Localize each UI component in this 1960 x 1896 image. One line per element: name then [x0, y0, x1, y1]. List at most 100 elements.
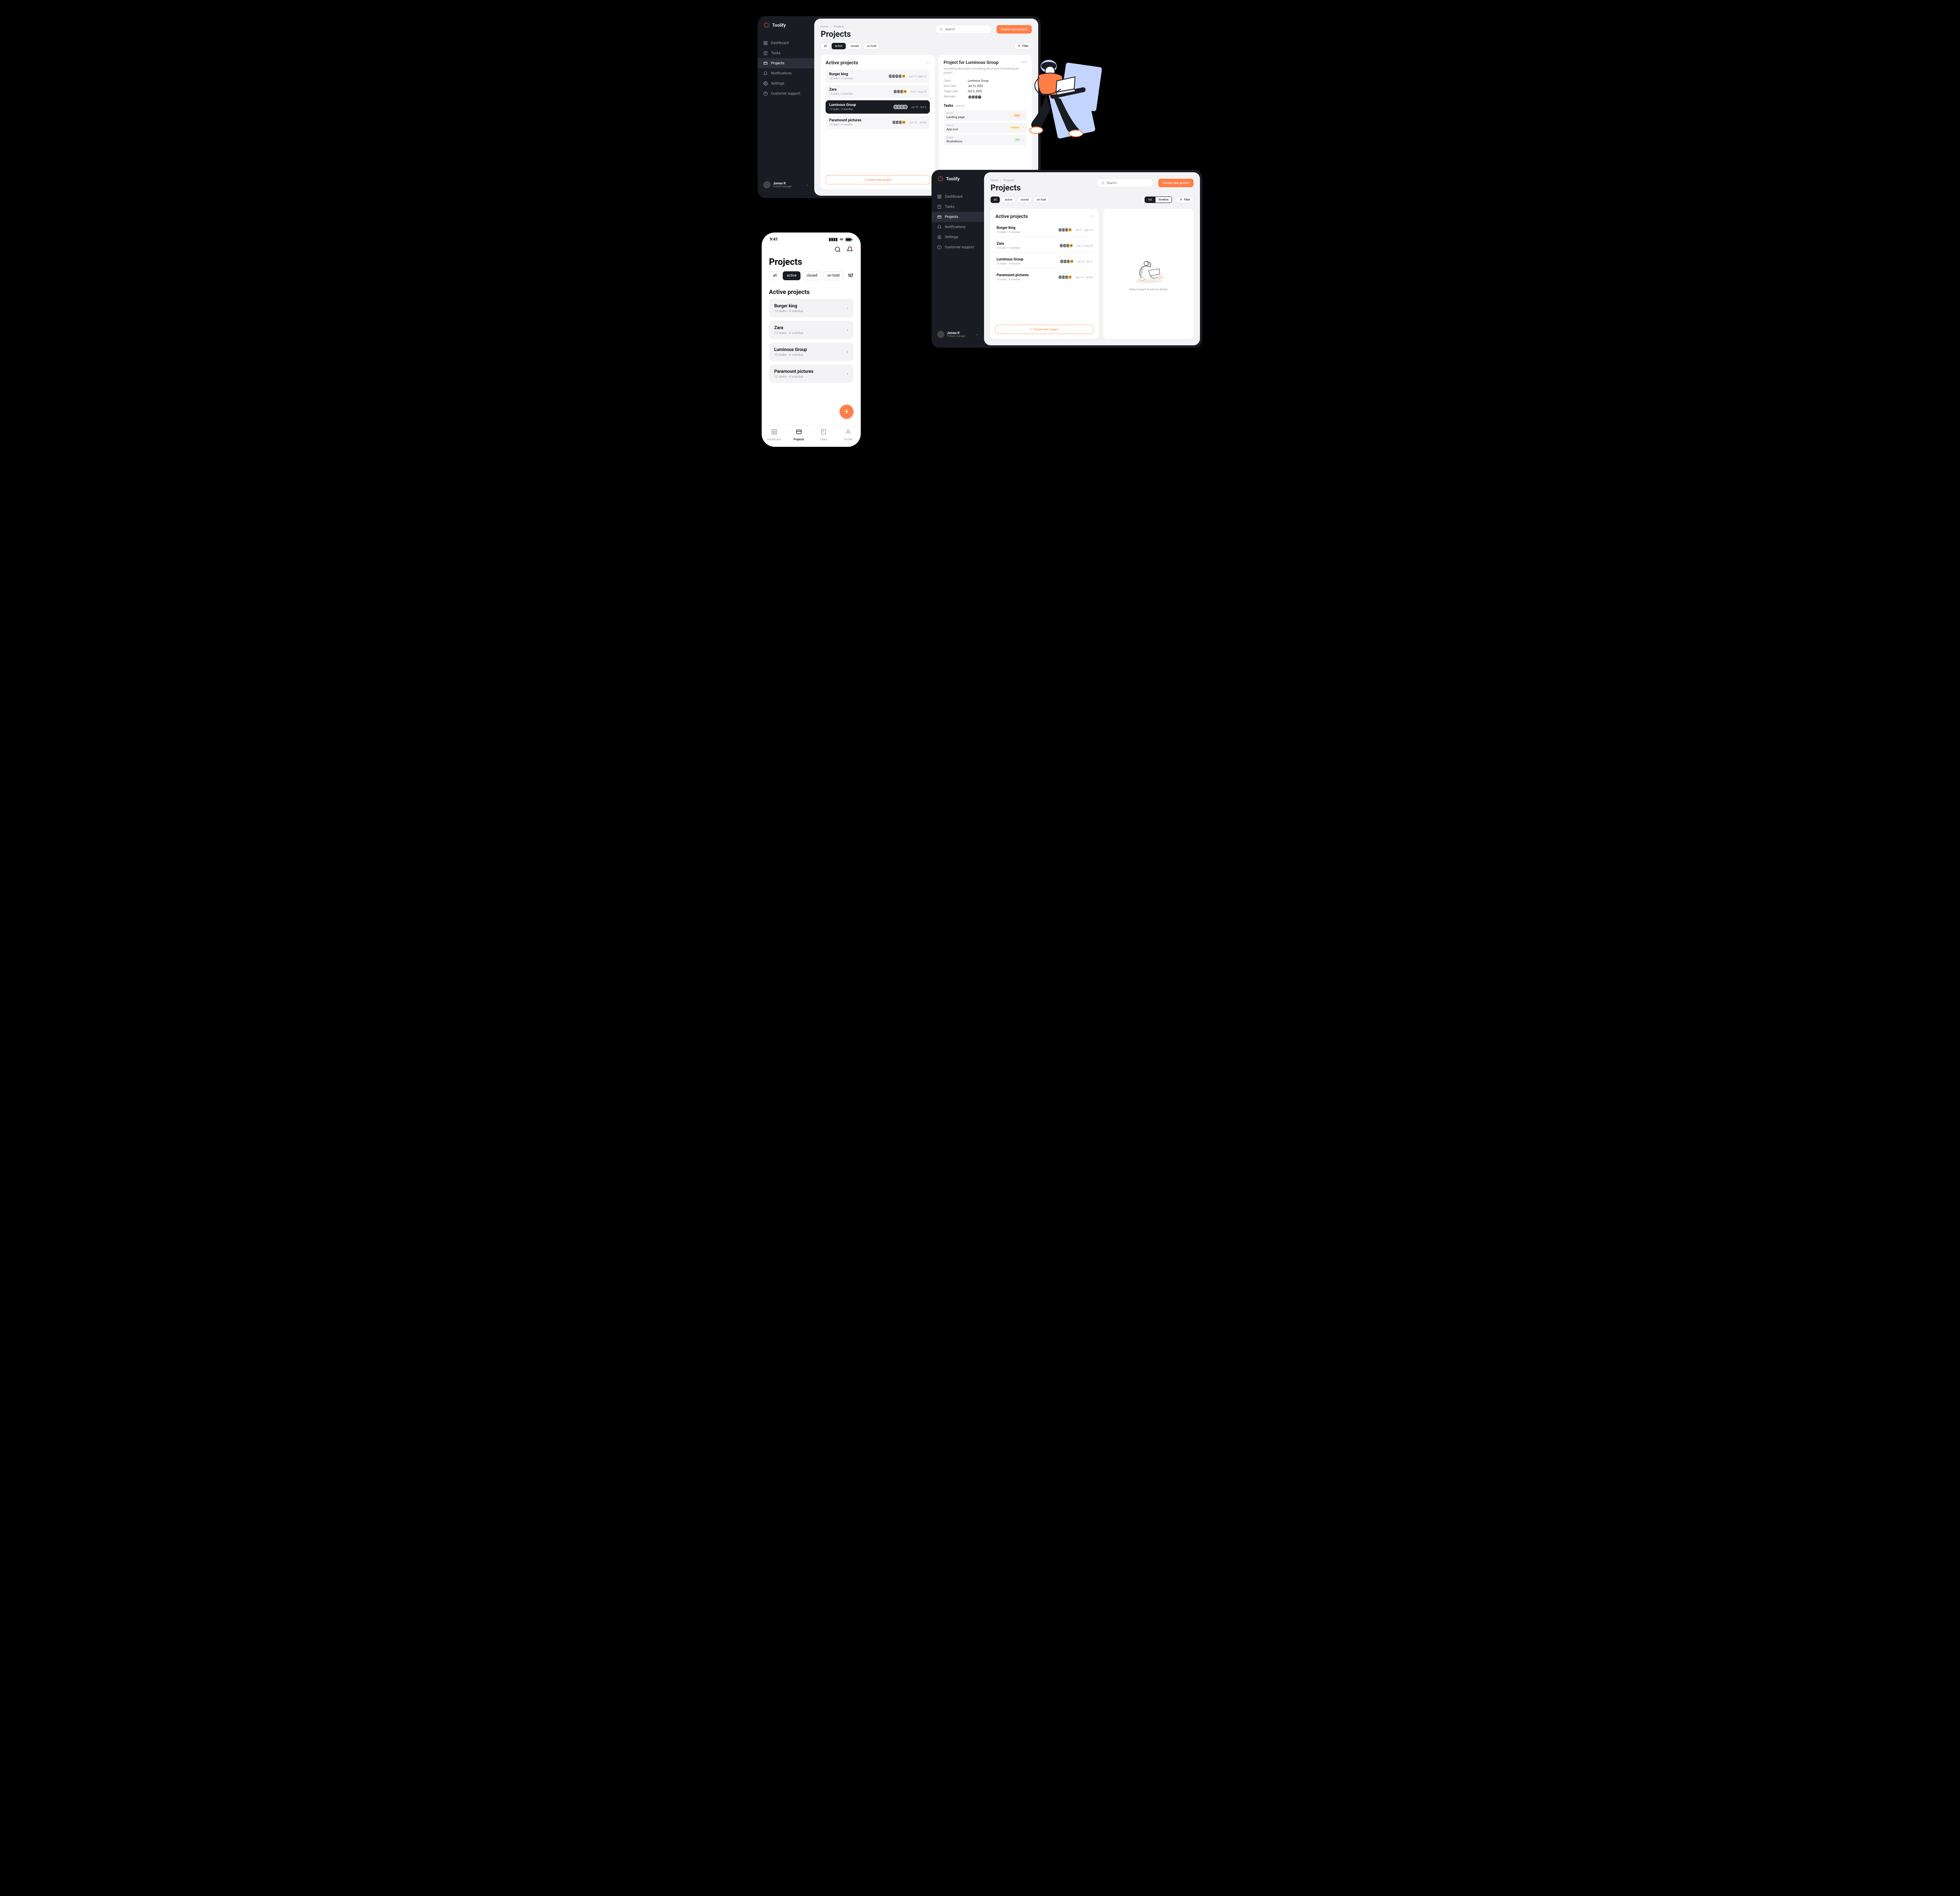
project-row[interactable]: Paramount pictures13 tasks • 4 overdue +… [826, 116, 930, 129]
search-input[interactable] [1107, 181, 1149, 185]
bottomnav-tasks[interactable]: Tasks [811, 429, 836, 441]
project-row[interactable]: Paramount pictures13 tasks • 4 overdue+7… [995, 271, 1094, 284]
nav-item-notifications[interactable]: Notifications [931, 222, 984, 232]
breadcrumb-separator: › [831, 25, 832, 28]
project-row[interactable]: Luminous Group13 tasks • 4 overdue› [769, 342, 853, 361]
create-project-dashed-button[interactable]: +Create new project [826, 175, 930, 184]
tab-active[interactable]: active [1001, 197, 1016, 203]
dashboard-icon [771, 429, 777, 437]
search-field[interactable] [1097, 179, 1153, 187]
brand-name: Toolify [772, 23, 786, 28]
tab-active[interactable]: active [783, 271, 800, 280]
breadcrumb-home[interactable]: Home [821, 25, 828, 28]
brand-name: Toolify [946, 176, 959, 182]
nav-item-support[interactable]: Customer support [931, 242, 984, 252]
view-timeline-button[interactable]: timeline [1155, 197, 1172, 203]
brand-logo-icon [763, 22, 770, 28]
nav-item-tasks[interactable]: Tasks [931, 202, 984, 212]
sort-button[interactable] [848, 272, 853, 280]
page-prev-button[interactable]: ‹ [926, 61, 927, 65]
user-avatar [763, 181, 771, 188]
dashboard-icon [763, 41, 768, 45]
user-menu[interactable]: James R Product manager ⌄ [931, 327, 984, 342]
nav-item-settings[interactable]: Settings [931, 232, 984, 242]
tab-closed[interactable]: closed [847, 43, 862, 49]
search-input[interactable] [945, 27, 987, 31]
more-options-button[interactable]: ••• [1021, 60, 1027, 65]
view-list-button[interactable]: list [1145, 197, 1155, 203]
tab-all[interactable]: all [769, 271, 781, 280]
task-row[interactable]: ID LG-1Landing pagehigh› [944, 110, 1027, 121]
task-row[interactable]: ID LG-2App iconmedium› [944, 123, 1027, 133]
filter-icon [1179, 198, 1183, 201]
bottomnav-dashboard[interactable]: Dashboard [762, 429, 786, 441]
project-meta: 13 tasks • 4 overdue [774, 331, 803, 335]
member-avatars: +7 [1059, 275, 1072, 279]
project-row[interactable]: Zara13 tasks • 4 overdue +4 Jul 2 - Aug … [826, 85, 930, 98]
profile-icon [845, 429, 851, 437]
tab-all[interactable]: all [991, 197, 1000, 203]
task-row[interactable]: ID LG-3Illustrationslow› [944, 135, 1027, 145]
create-project-button[interactable]: Create new project [1158, 179, 1193, 187]
sliders-icon [848, 273, 853, 278]
bottomnav-label: Profile [844, 438, 852, 441]
create-project-fab[interactable]: + [840, 405, 853, 419]
nav-item-dashboard[interactable]: Dashboard [931, 192, 984, 202]
breadcrumb-current: Projects [834, 25, 844, 28]
user-menu[interactable]: James R Product manager ⌄ [758, 177, 814, 192]
page-next-button[interactable]: › [1092, 214, 1094, 218]
filter-button[interactable]: Filter [1014, 43, 1032, 49]
tab-onhold[interactable]: on hold [1033, 197, 1049, 203]
tab-all[interactable]: all [821, 43, 830, 49]
nav-item-projects[interactable]: Projects [758, 58, 814, 68]
page-next-button[interactable]: › [929, 61, 930, 65]
project-meta: 13 tasks • 4 overdue [997, 246, 1020, 249]
project-row[interactable]: Burger king13 tasks • 4 overdue +3 Jul 1… [826, 70, 930, 83]
bottomnav-projects[interactable]: Projects [786, 429, 811, 441]
nav-item-settings[interactable]: Settings [758, 78, 814, 89]
page-prev-button[interactable]: ‹ [1090, 214, 1091, 218]
project-row[interactable]: Burger king13 tasks • 4 overdue+3Jul 17 … [995, 223, 1094, 237]
search-button[interactable] [834, 246, 841, 253]
chevron-down-icon: ⌄ [975, 332, 978, 336]
tab-active[interactable]: active [832, 43, 846, 49]
project-row[interactable]: Burger king13 tasks • 4 overdue› [769, 299, 853, 317]
project-row[interactable]: Zara13 tasks • 4 overdue+4Jul 2 - Aug 18 [995, 239, 1094, 253]
bottomnav-profile[interactable]: Profile [836, 429, 861, 441]
nav-item-dashboard[interactable]: Dashboard [758, 38, 814, 48]
project-name: Paramount pictures [997, 273, 1029, 277]
search-field[interactable] [935, 25, 992, 34]
project-row[interactable]: Zara13 tasks • 4 overdue› [769, 321, 853, 339]
tab-onhold[interactable]: on hold [864, 43, 879, 49]
nav-item-notifications[interactable]: Notifications [758, 68, 814, 78]
filter-button[interactable]: Filter [1176, 197, 1193, 203]
member-avatars: +4 [1061, 259, 1074, 264]
tab-onhold[interactable]: on hold [824, 271, 844, 280]
project-name: Burger king [774, 303, 803, 309]
button-label: Create new project [866, 178, 891, 182]
nav-label: Projects [945, 215, 958, 219]
page-title: Projects [821, 29, 930, 39]
project-row[interactable]: Paramount pictures13 tasks • 4 overdue› [769, 364, 853, 383]
view-all-link[interactable]: view all [956, 104, 964, 108]
projects-icon [796, 429, 802, 437]
tasks-icon [937, 205, 942, 209]
tab-closed[interactable]: closed [1017, 197, 1032, 203]
user-avatar [937, 331, 944, 338]
user-role: Product manager [947, 335, 965, 338]
avatar-more: +3 [1068, 228, 1072, 232]
nav-item-support[interactable]: Customer support [758, 89, 814, 99]
project-row[interactable]: Luminous Group13 tasks • 4 overdue+4Jul … [995, 255, 1094, 268]
tasks-title: Tasks [944, 104, 953, 108]
breadcrumb-home[interactable]: Home [991, 179, 998, 182]
project-name: Paramount pictures [774, 369, 813, 374]
notifications-button[interactable] [846, 246, 853, 253]
project-row-selected[interactable]: Luminous Group13 tasks • 4 overdue Jul 1… [826, 100, 930, 114]
filter-tabs: all active closed on hold [762, 271, 861, 285]
create-project-button[interactable]: Create new project [997, 25, 1032, 34]
nav-item-tasks[interactable]: Tasks [758, 48, 814, 58]
tab-closed[interactable]: closed [803, 271, 822, 280]
nav-item-projects[interactable]: Projects [931, 212, 984, 222]
signal-icon: ▮▮▮▮ [829, 237, 838, 242]
create-project-dashed-button[interactable]: +Create new project [995, 325, 1094, 334]
